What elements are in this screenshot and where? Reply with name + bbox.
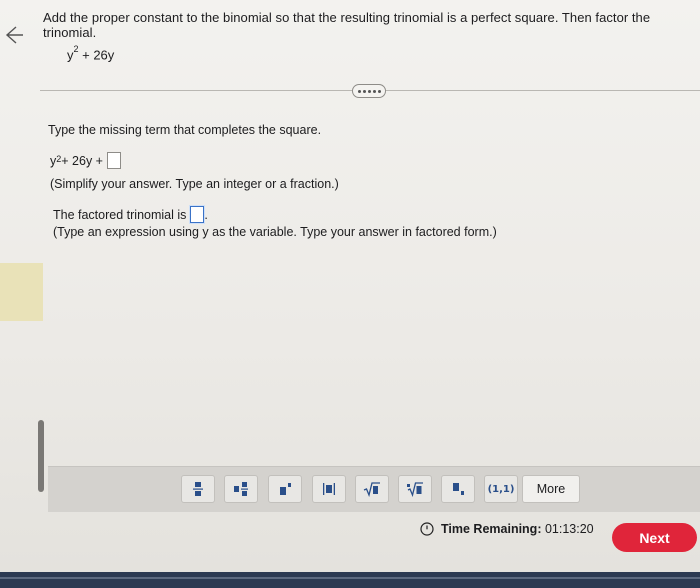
absolute-value-icon[interactable] — [312, 475, 346, 503]
more-button[interactable]: More — [522, 475, 580, 503]
part1-instruction: Type the missing term that completes the… — [48, 123, 322, 137]
left-scrollbar[interactable] — [38, 420, 44, 492]
part1-expression: y2 + 26y + — [50, 152, 121, 169]
part2-label: The factored trinomial is — [53, 207, 187, 222]
nth-root-icon[interactable] — [398, 475, 432, 503]
question-text: Add the proper constant to the binomial … — [43, 10, 651, 40]
ordered-pair-icon[interactable]: (1,1) — [484, 475, 518, 503]
ordered-pair-label: (1,1) — [487, 483, 515, 495]
next-button[interactable]: Next — [612, 523, 697, 552]
time-remaining: Time Remaining: 01:13:20 — [420, 522, 594, 536]
mixed-number-icon[interactable] — [224, 475, 258, 503]
part2-hint: (Type an expression using y as the varia… — [53, 225, 497, 239]
back-arrow-icon[interactable] — [2, 24, 24, 46]
fraction-icon[interactable] — [181, 475, 215, 503]
bottom-edge — [0, 572, 700, 588]
question-page: Add the proper constant to the binomial … — [0, 0, 700, 572]
question-expression: y2 + 26y — [67, 44, 115, 63]
part2-row: The factored trinomial is . — [53, 206, 208, 223]
part1-hint: (Simplify your answer. Type an integer o… — [50, 177, 339, 191]
left-highlight-strip — [0, 263, 43, 321]
clock-icon — [420, 522, 434, 536]
part2-suffix: . — [204, 207, 208, 222]
missing-term-input[interactable] — [106, 152, 121, 169]
time-label: Time Remaining: — [441, 522, 542, 536]
exponent-icon[interactable] — [268, 475, 302, 503]
time-value: 01:13:20 — [544, 522, 594, 536]
square-root-icon[interactable] — [355, 475, 389, 503]
factored-trinomial-input[interactable] — [190, 206, 205, 223]
expand-dots-button[interactable] — [352, 84, 386, 98]
subscript-icon[interactable] — [441, 475, 475, 503]
